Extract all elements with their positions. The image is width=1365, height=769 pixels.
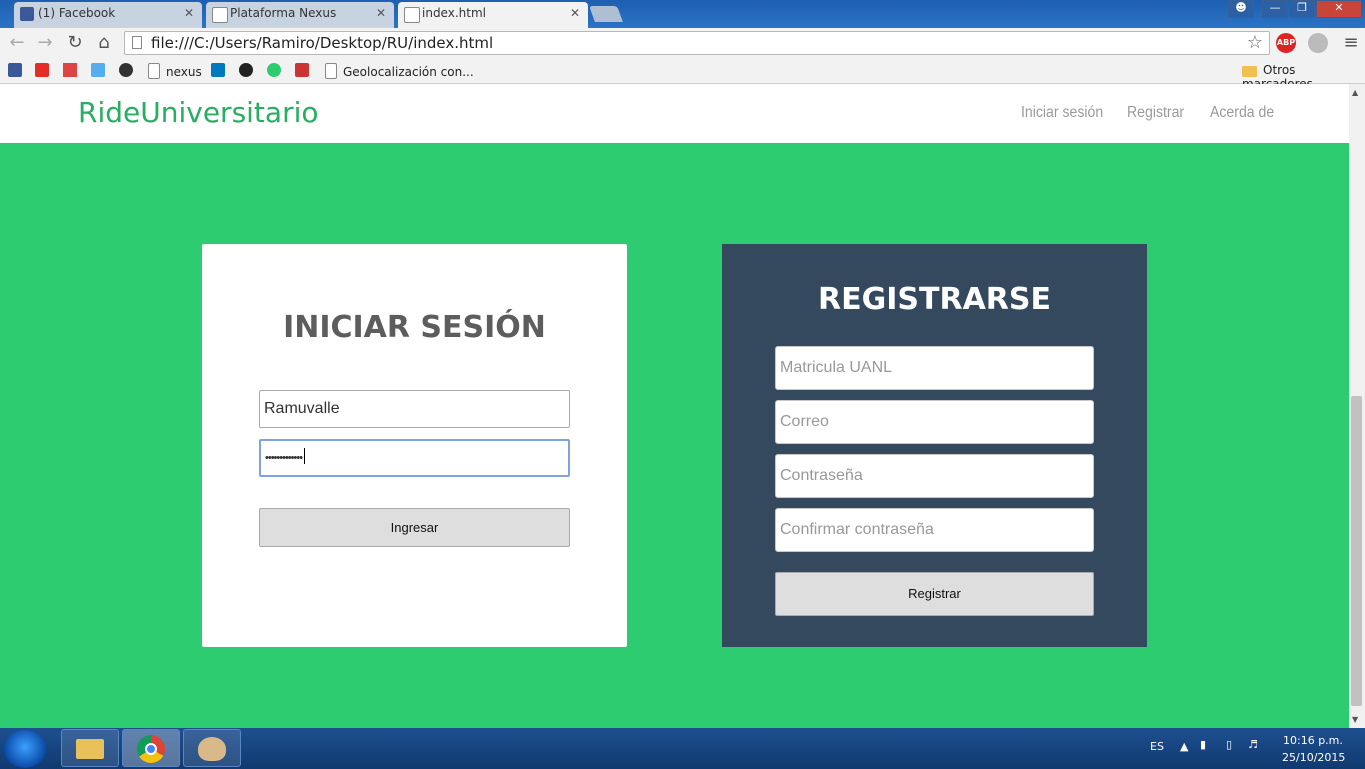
bookmark-label: nexus (166, 65, 202, 79)
tab-index-html[interactable]: index.html ✕ (398, 2, 588, 28)
extension-icon[interactable] (1308, 33, 1328, 53)
nav-about-link[interactable]: Acerda de (1210, 104, 1274, 122)
badge-icon[interactable] (119, 63, 133, 77)
page-icon (404, 7, 420, 23)
clock-date[interactable]: 25/10/2015 (1282, 751, 1345, 764)
facebook-icon[interactable] (8, 63, 22, 77)
nav-login-link[interactable]: Iniciar sesión (1021, 104, 1103, 122)
tab-label: Plataforma Nexus (230, 6, 337, 20)
youtube-icon[interactable] (35, 63, 49, 77)
clock-time[interactable]: 10:16 p.m. (1283, 734, 1343, 747)
reload-icon[interactable]: ↻ (64, 32, 86, 53)
site-navbar: RideUniversitario Iniciar sesión Registr… (0, 84, 1349, 143)
trello-icon[interactable] (211, 63, 225, 77)
show-hidden-icons[interactable]: ▲ (1180, 740, 1188, 753)
twitter-icon[interactable] (91, 63, 105, 77)
bookmark-nexus[interactable]: nexus (148, 63, 202, 79)
close-window-button[interactable]: ✕ (1316, 0, 1362, 18)
chrome-taskbar-button[interactable] (122, 729, 180, 767)
maximize-button[interactable]: ❐ (1289, 0, 1315, 18)
email-input[interactable]: Correo (775, 400, 1094, 444)
register-submit-button[interactable]: Registrar (775, 572, 1094, 616)
scrollbar-thumb[interactable] (1351, 396, 1362, 706)
page-icon (132, 36, 142, 49)
minimize-button[interactable]: — (1262, 0, 1288, 18)
facebook-icon (20, 7, 34, 21)
user-icon[interactable]: ☻ (1228, 0, 1254, 18)
site-icon[interactable] (295, 63, 309, 77)
matricula-input[interactable]: Matricula UANL (775, 346, 1094, 390)
new-tab-button[interactable] (589, 6, 623, 22)
tab-facebook[interactable]: (1) Facebook ✕ (14, 2, 202, 28)
browser-tab-strip: (1) Facebook ✕ Plataforma Nexus ✕ index.… (0, 0, 1365, 28)
close-icon[interactable]: ✕ (570, 6, 580, 20)
windows-taskbar: ES ▲ ▮ ▯ ♬ 10:16 p.m. 25/10/2015 (0, 728, 1365, 769)
text-cursor (304, 448, 306, 464)
register-panel: REGISTRARSE Matricula UANL Correo Contra… (722, 244, 1147, 647)
site-brand[interactable]: RideUniversitario (78, 96, 319, 129)
password-input[interactable]: Contraseña (775, 454, 1094, 498)
forward-icon[interactable]: → (34, 32, 56, 53)
battery-icon[interactable]: ▯ (1226, 738, 1232, 751)
menu-icon[interactable]: ≡ (1340, 32, 1362, 53)
page-icon (325, 63, 337, 79)
bookmarks-bar: nexus Geolocalización con... Otros marca… (0, 58, 1365, 91)
paint-taskbar-button[interactable] (183, 729, 241, 767)
close-icon[interactable]: ✕ (376, 6, 386, 20)
scroll-up-icon[interactable]: ▲ (1352, 88, 1358, 97)
tab-label: index.html (422, 6, 486, 20)
page-scrollbar[interactable]: ▲ ▼ (1349, 84, 1365, 728)
url-text: file:///C:/Users/Ramiro/Desktop/RU/index… (151, 34, 494, 52)
check-icon[interactable] (267, 63, 281, 77)
page-icon (148, 63, 160, 79)
username-input[interactable]: Ramuvalle (259, 390, 570, 428)
confirm-password-input[interactable]: Confirmar contraseña (775, 508, 1094, 552)
login-title: INICIAR SESIÓN (283, 310, 546, 345)
register-title: REGISTRARSE (818, 282, 1051, 317)
folder-icon (76, 739, 104, 759)
bookmark-geolocalizacion[interactable]: Geolocalización con... (325, 63, 474, 79)
adblock-icon[interactable]: ABP (1276, 33, 1296, 53)
folder-icon (1242, 66, 1257, 77)
close-icon[interactable]: ✕ (184, 6, 194, 20)
browser-toolbar: ← → ↻ ⌂ file:///C:/Users/Ramiro/Desktop/… (0, 28, 1365, 58)
explorer-taskbar-button[interactable] (61, 729, 119, 767)
tab-plataforma-nexus[interactable]: Plataforma Nexus ✕ (206, 2, 394, 28)
network-icon[interactable]: ▮ (1200, 738, 1206, 751)
gmail-icon[interactable] (63, 63, 77, 77)
start-button[interactable] (4, 730, 46, 768)
paint-palette-icon (198, 737, 226, 761)
tab-label: (1) Facebook (38, 6, 116, 20)
language-indicator[interactable]: ES (1150, 740, 1164, 753)
bookmark-star-icon[interactable]: ☆ (1247, 32, 1263, 53)
github-icon[interactable] (239, 63, 253, 77)
password-value: ••••••••••••• (265, 452, 303, 464)
login-panel: INICIAR SESIÓN Ramuvalle ••••••••••••• I… (202, 244, 627, 647)
password-input[interactable]: ••••••••••••• (259, 439, 570, 477)
home-icon[interactable]: ⌂ (93, 32, 115, 53)
volume-icon[interactable]: ♬ (1248, 738, 1258, 751)
address-bar[interactable]: file:///C:/Users/Ramiro/Desktop/RU/index… (124, 31, 1270, 55)
login-submit-button[interactable]: Ingresar (259, 508, 570, 547)
back-icon[interactable]: ← (6, 32, 28, 53)
nav-register-link[interactable]: Registrar (1127, 104, 1184, 122)
bookmark-label: Geolocalización con... (343, 65, 474, 79)
page-viewport: RideUniversitario Iniciar sesión Registr… (0, 84, 1349, 728)
page-icon (212, 7, 228, 23)
scroll-down-icon[interactable]: ▼ (1352, 715, 1358, 724)
